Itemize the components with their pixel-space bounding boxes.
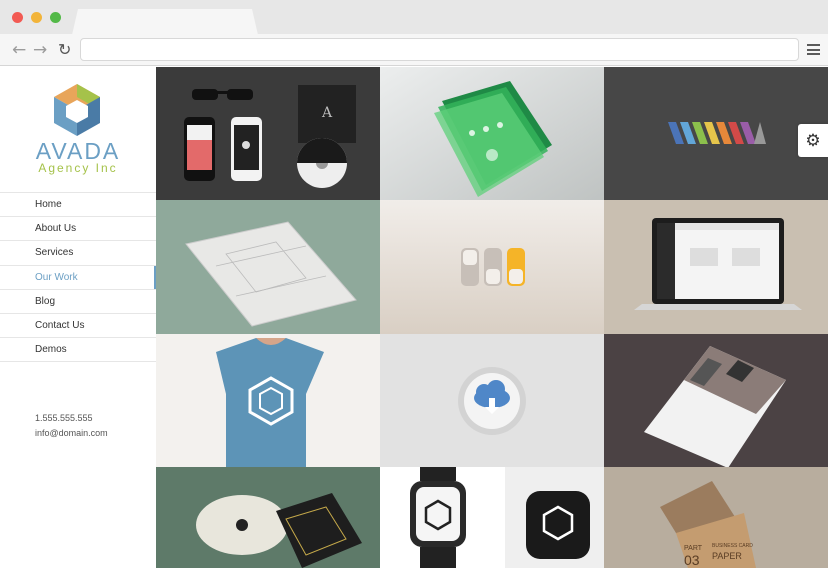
browser-tab[interactable] <box>72 9 258 35</box>
portfolio-item-cd-cover[interactable] <box>156 467 380 568</box>
nav-item-blog[interactable]: Blog <box>0 290 156 314</box>
portfolio-item-cloud-download[interactable] <box>380 333 604 468</box>
portfolio-item-smartwatch[interactable] <box>380 467 604 568</box>
nav-item-home[interactable]: Home <box>0 193 156 218</box>
nav-item-services[interactable]: Services <box>0 241 156 266</box>
svg-text:A: A <box>321 105 333 121</box>
portfolio-item-stationery[interactable]: A <box>156 67 380 201</box>
browser-titlebar <box>0 0 828 35</box>
nav-item-contact-us[interactable]: Contact Us <box>0 314 156 339</box>
contact-info: 1.555.555.555 info@domain.com <box>35 411 108 441</box>
portfolio-item-wireframe-paper[interactable] <box>156 200 380 334</box>
card-paper-text: PAPER <box>712 551 742 561</box>
brand-tagline: Agency Inc <box>38 161 118 175</box>
portfolio-item-app-screens[interactable] <box>380 67 604 201</box>
card-number-text: 03 <box>684 552 700 568</box>
arrow-left-icon[interactable]: ← <box>12 40 26 60</box>
portfolio-grid: A PART 03 BUSINESS CARD PAPER <box>156 67 828 568</box>
avada-logo-icon[interactable] <box>54 84 100 136</box>
nav-item-demos[interactable]: Demos <box>0 338 156 363</box>
nav-item-about-us[interactable]: About Us <box>0 217 156 242</box>
minimize-window-button[interactable] <box>31 12 42 23</box>
portfolio-item-toggle-switches[interactable] <box>380 200 604 334</box>
nav-item-our-work[interactable]: Our Work <box>0 265 156 290</box>
gear-icon[interactable]: ⚙ <box>798 124 828 157</box>
reload-icon[interactable]: ↻ <box>58 40 71 60</box>
browser-toolbar: ← → ↻ <box>0 34 828 66</box>
portfolio-item-magazine-flyer[interactable] <box>604 333 828 468</box>
card-part-text: PART <box>684 545 703 552</box>
hamburger-menu-icon[interactable] <box>807 44 820 55</box>
sidebar: AVADA Agency Inc Home About Us Services … <box>0 67 156 568</box>
contact-email[interactable]: info@domain.com <box>35 426 108 441</box>
portfolio-item-striped-logo[interactable] <box>604 67 828 201</box>
address-bar[interactable] <box>80 38 799 61</box>
portfolio-item-laptop-dashboard[interactable] <box>604 200 828 334</box>
main-nav: Home About Us Services Our Work Blog Con… <box>0 192 156 363</box>
card-title-text: BUSINESS CARD <box>712 543 753 549</box>
arrow-right-icon[interactable]: → <box>33 40 47 60</box>
maximize-window-button[interactable] <box>50 12 61 23</box>
portfolio-item-paper-cards[interactable]: PART 03 BUSINESS CARD PAPER <box>604 467 828 568</box>
close-window-button[interactable] <box>12 12 23 23</box>
contact-phone: 1.555.555.555 <box>35 413 93 423</box>
portfolio-item-tshirt[interactable] <box>156 333 380 468</box>
